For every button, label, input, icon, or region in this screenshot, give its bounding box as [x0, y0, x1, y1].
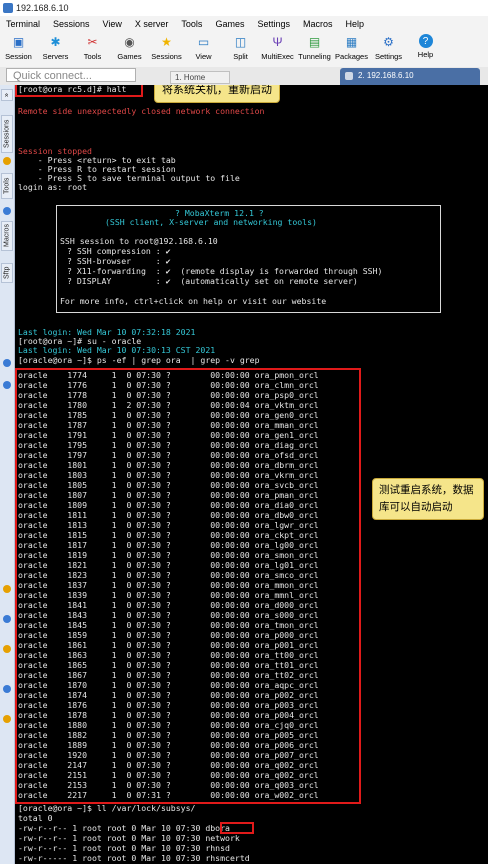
- login-as: login as: root: [18, 182, 88, 192]
- callout-restart: 测试重启系统，数据库可以自动启动: [372, 478, 484, 520]
- cmd-ps: [oracle@ora ~]$ ps -ef | grep ora | grep…: [18, 355, 260, 365]
- sftp-side-icon: [3, 715, 11, 723]
- macros-side-icon: [3, 207, 11, 215]
- session-icon: ▣: [12, 35, 25, 49]
- box-display: ? DISPLAY : ✔ (automatically set on remo…: [67, 276, 358, 286]
- highlight-box-dbora: [220, 822, 254, 834]
- menu-games[interactable]: Games: [215, 19, 244, 29]
- tab-home[interactable]: 1. Home: [170, 71, 230, 84]
- sidebar-tab-sessions[interactable]: Sessions: [1, 115, 13, 153]
- cmd-ll: [oracle@ora ~]$ ll /var/lock/subsys/: [18, 803, 196, 813]
- sidebar-tab-tools[interactable]: Tools: [1, 173, 13, 199]
- sessions-star-icon: ★: [161, 35, 172, 49]
- menu-help[interactable]: Help: [346, 19, 365, 29]
- servers-button[interactable]: ✱ Servers: [37, 31, 74, 67]
- tunneling-button[interactable]: ▤ Tunneling: [296, 31, 333, 67]
- menu-bar: Terminal Sessions View X server Tools Ga…: [0, 16, 488, 31]
- sftp-side-icon: [3, 615, 11, 623]
- menu-settings[interactable]: Settings: [257, 19, 290, 29]
- multiexec-icon: Ψ: [272, 35, 283, 49]
- ll-row: -rw-r--r-- 1 root root 0 Mar 10 07:30 db…: [18, 823, 230, 833]
- sessions-button[interactable]: ★ Sessions: [148, 31, 185, 67]
- menu-macros[interactable]: Macros: [303, 19, 333, 29]
- toolbar: ▣ Session ✱ Servers ✂ Tools ◉ Games ★ Session…: [0, 31, 488, 68]
- box-subtitle: (SSH client, X-server and networking too…: [105, 217, 317, 227]
- window-title: 192.168.6.10: [16, 3, 69, 13]
- sidebar-tab-sftp[interactable]: Sftp: [1, 263, 13, 283]
- app-icon: [3, 3, 13, 13]
- menu-sessions[interactable]: Sessions: [53, 19, 90, 29]
- split-button[interactable]: ◫ Split: [222, 31, 259, 67]
- tab-session[interactable]: 2. 192.168.6.10: [340, 68, 480, 85]
- tools-button[interactable]: ✂ Tools: [74, 31, 111, 67]
- box-compression: ? SSH compression : ✔: [67, 246, 171, 256]
- ll-total: total 0: [18, 813, 53, 823]
- help-button[interactable]: ? Help: [407, 31, 444, 67]
- view-button[interactable]: ▭ View: [185, 31, 222, 67]
- callout-halt: 将系统关机，重新启动: [154, 85, 280, 103]
- quick-connect-input[interactable]: Quick connect...: [6, 68, 136, 82]
- menu-xserver[interactable]: X server: [135, 19, 169, 29]
- menu-view[interactable]: View: [103, 19, 122, 29]
- sftp-side-icon: [3, 645, 11, 653]
- box-ssh: SSH session to root@192.168.6.10: [60, 236, 218, 246]
- closed-message: Remote side unexpectedly closed network …: [18, 106, 265, 116]
- servers-icon: ✱: [50, 35, 61, 49]
- highlight-box-process-list: [15, 368, 361, 804]
- highlight-box-halt: [15, 85, 143, 97]
- box-browser: ? SSH-browser : ✔: [67, 256, 171, 266]
- collapse-sidebar-icon[interactable]: »: [1, 89, 13, 101]
- terminal-icon: [345, 72, 353, 80]
- sftp-side-icon: [3, 685, 11, 693]
- sftp-side-icon: [3, 359, 11, 367]
- sftp-side-icon: [3, 381, 11, 389]
- ll-row: -rw-r--r-- 1 root root 0 Mar 10 07:30 rh…: [18, 843, 230, 853]
- settings-button[interactable]: ⚙ Settings: [370, 31, 407, 67]
- terminal[interactable]: [root@ora rc5.d]# halt Remote side unexp…: [15, 85, 488, 864]
- sidebar: » Sessions Tools Macros Sftp: [0, 85, 15, 864]
- packages-icon: ▦: [345, 35, 358, 49]
- tools-icon: ✂: [87, 35, 98, 49]
- multiexec-button[interactable]: Ψ MultiExec: [259, 31, 296, 67]
- help-icon: ?: [418, 34, 433, 48]
- sftp-side-icon: [3, 585, 11, 593]
- games-button[interactable]: ◉ Games: [111, 31, 148, 67]
- ll-row: -rw-r--r-- 1 root root 0 Mar 10 07:30 ne…: [18, 833, 240, 843]
- ll-row: -rw-r----- 1 root root 0 Mar 10 07:30 rh…: [18, 853, 250, 863]
- menu-terminal[interactable]: Terminal: [6, 19, 40, 29]
- title-bar: 192.168.6.10: [0, 0, 488, 16]
- split-icon: ◫: [234, 35, 247, 49]
- last-login-2: Last login: Wed Mar 10 07:30:13 CST 2021: [18, 345, 216, 355]
- tunneling-icon: ▤: [308, 35, 321, 49]
- menu-tools[interactable]: Tools: [181, 19, 202, 29]
- box-x11: ? X11-forwarding : ✔ (remote display is …: [67, 266, 383, 276]
- session-button[interactable]: ▣ Session: [0, 31, 37, 67]
- sidebar-tab-macros[interactable]: Macros: [1, 221, 13, 251]
- tools-side-icon: [3, 157, 11, 165]
- box-more-info: For more info, ctrl+click on help or vis…: [60, 296, 327, 306]
- packages-button[interactable]: ▦ Packages: [333, 31, 370, 67]
- settings-icon: ⚙: [383, 35, 394, 49]
- games-icon: ◉: [124, 35, 135, 49]
- view-icon: ▭: [197, 35, 210, 49]
